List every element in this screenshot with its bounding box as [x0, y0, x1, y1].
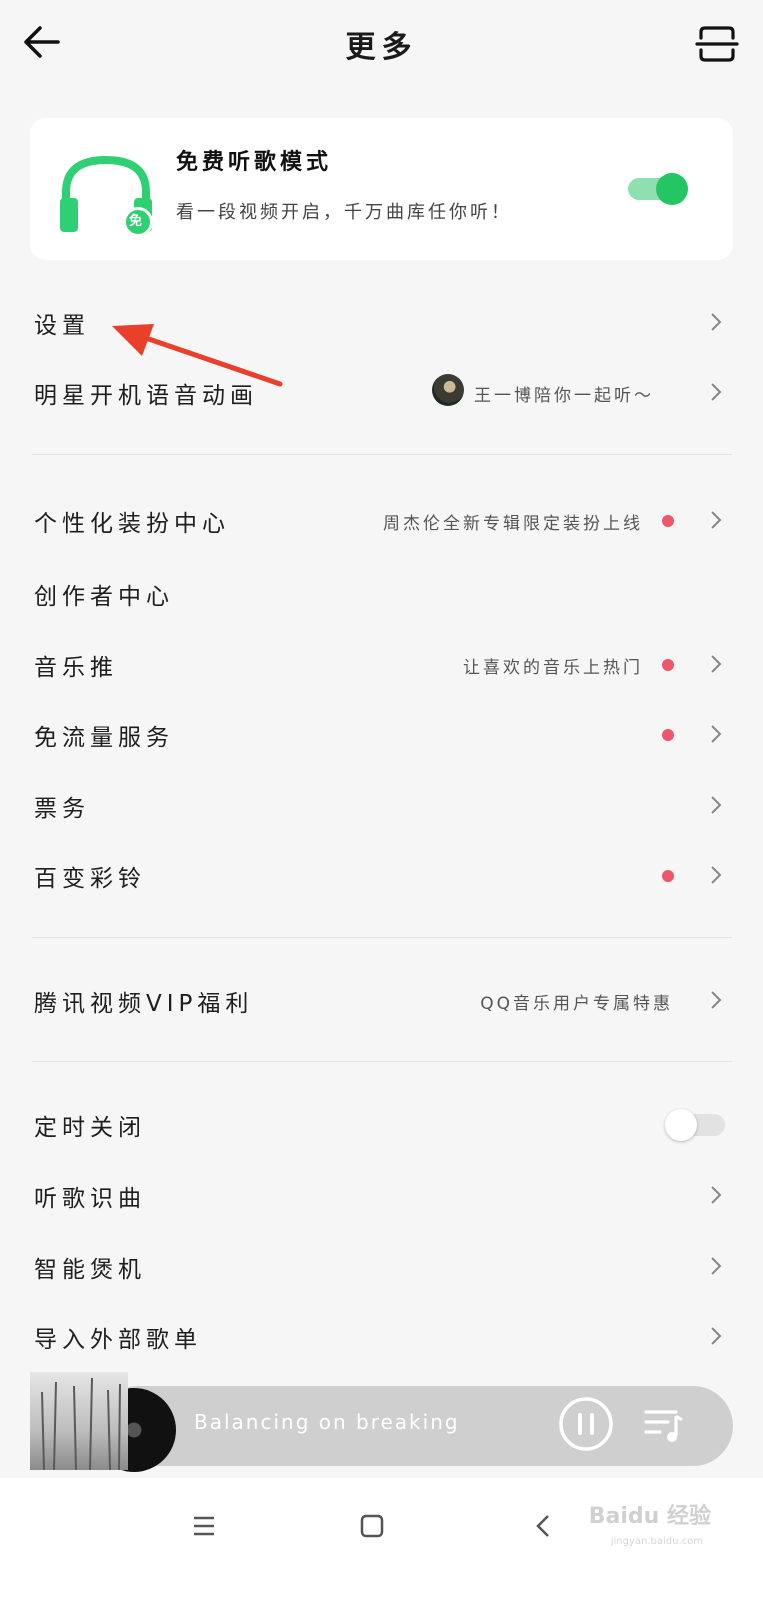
row-sub: 王一博陪你一起听～ [474, 386, 654, 406]
free-mode-toggle[interactable] [628, 173, 688, 205]
free-badge-text: 免 [129, 214, 143, 229]
toggle-knob [665, 1109, 697, 1141]
red-dot-badge [662, 659, 674, 671]
sleep-timer-row: 定时关闭 [0, 1094, 763, 1154]
chevron-right-icon [711, 511, 722, 529]
row-label: 智能煲机 [34, 1257, 146, 1283]
free-mode-title: 免费听歌模式 [176, 150, 333, 175]
toggle-knob [656, 173, 688, 205]
music-push-row[interactable]: 音乐推 让喜欢的音乐上热门 [0, 634, 763, 694]
sleep-timer-toggle[interactable] [665, 1109, 725, 1141]
row-label: 导入外部歌单 [34, 1327, 202, 1353]
watermark-sub: jingyan.baidu.com [610, 1536, 703, 1547]
chevron-right-icon [711, 725, 722, 743]
row-sub: 周杰伦全新专辑限定装扮上线 [383, 514, 643, 534]
divider [32, 1061, 732, 1062]
free-mode-subtitle: 看一段视频开启，千万曲库任你听！ [176, 202, 512, 223]
menu-icon[interactable] [184, 1506, 224, 1546]
row-sub: QQ音乐用户专属特惠 [480, 994, 673, 1014]
chevron-right-icon [711, 655, 722, 673]
chevron-right-icon [711, 1257, 722, 1275]
chevron-right-icon [711, 1186, 722, 1204]
page-title: 更多 [345, 30, 418, 65]
avatar [432, 374, 464, 406]
red-dot-badge [662, 515, 674, 527]
chevron-right-icon [711, 991, 722, 1009]
chevron-right-icon [711, 383, 722, 401]
chevron-right-icon [711, 1327, 722, 1345]
divider [32, 937, 732, 938]
smart-burn-in-row[interactable]: 智能煲机 [0, 1236, 763, 1296]
creator-center-row[interactable]: 创作者中心 [0, 563, 763, 623]
song-recognition-row[interactable]: 听歌识曲 [0, 1165, 763, 1225]
row-label: 定时关闭 [34, 1115, 146, 1141]
annotation-arrow-icon [112, 324, 283, 387]
row-label: 百变彩铃 [34, 866, 146, 892]
row-label: 票务 [34, 796, 90, 822]
row-sub: 让喜欢的音乐上热门 [463, 658, 643, 678]
top-bar: 更多 [0, 0, 763, 88]
row-label: 音乐推 [34, 655, 118, 681]
album-cover-art [41, 1377, 121, 1470]
back-nav-icon[interactable] [524, 1506, 564, 1546]
personalization-center-row[interactable]: 个性化装扮中心 周杰伦全新专辑限定装扮上线 [0, 490, 763, 550]
mini-player[interactable]: Balancing on breaking [30, 1372, 733, 1472]
home-icon[interactable] [352, 1506, 392, 1546]
playlist-icon[interactable] [642, 1402, 686, 1446]
watermark: Baidu 经验 [588, 1504, 711, 1529]
album-cover[interactable] [30, 1372, 128, 1470]
pause-icon[interactable] [558, 1396, 614, 1452]
row-label: 听歌识曲 [34, 1186, 146, 1212]
import-playlist-row[interactable]: 导入外部歌单 [0, 1306, 763, 1366]
row-label: 个性化装扮中心 [34, 511, 230, 537]
row-label: 腾讯视频VIP福利 [34, 991, 254, 1017]
tickets-row[interactable]: 票务 [0, 775, 763, 835]
free-data-service-row[interactable]: 免流量服务 [0, 704, 763, 764]
scan-icon[interactable] [693, 20, 741, 68]
tencent-video-vip-row[interactable]: 腾讯视频VIP福利 QQ音乐用户专属特惠 [0, 970, 763, 1030]
divider [32, 454, 732, 455]
row-label: 创作者中心 [34, 584, 174, 610]
free-listening-card: 免 免费听歌模式 看一段视频开启，千万曲库任你听！ [30, 118, 733, 260]
ringtone-row[interactable]: 百变彩铃 [0, 845, 763, 905]
row-label: 免流量服务 [34, 725, 174, 751]
row-label: 设置 [34, 313, 90, 339]
red-dot-badge [662, 729, 674, 741]
red-dot-badge [662, 870, 674, 882]
chevron-right-icon [711, 313, 722, 331]
chevron-right-icon [711, 796, 722, 814]
chevron-right-icon [711, 866, 722, 884]
song-title: Balancing on breaking [194, 1410, 460, 1434]
